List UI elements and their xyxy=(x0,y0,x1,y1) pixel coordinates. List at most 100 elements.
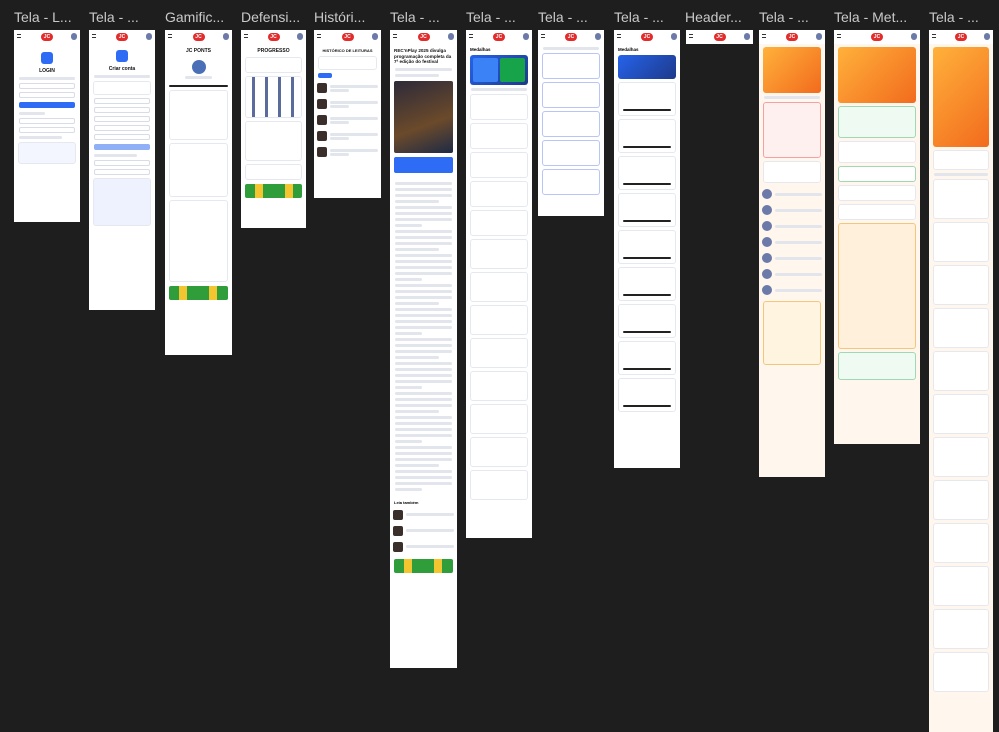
avatar[interactable] xyxy=(816,33,822,40)
filter-tab-active[interactable] xyxy=(318,73,332,78)
avatar[interactable] xyxy=(744,33,750,40)
menu-icon[interactable] xyxy=(541,34,545,38)
medal-card[interactable] xyxy=(470,305,528,335)
featured-card[interactable] xyxy=(933,150,989,170)
product-card[interactable] xyxy=(933,351,989,391)
product-card[interactable] xyxy=(933,480,989,520)
avatar[interactable] xyxy=(223,33,229,40)
filter-row[interactable] xyxy=(543,47,599,50)
product-card[interactable] xyxy=(933,523,989,563)
product-card[interactable] xyxy=(933,222,989,262)
avatar[interactable] xyxy=(595,33,601,40)
medal-card[interactable] xyxy=(470,371,528,401)
list-item[interactable] xyxy=(314,80,381,96)
frame-title-5[interactable]: Históri... xyxy=(314,9,379,25)
menu-icon[interactable] xyxy=(393,34,397,38)
product-card[interactable] xyxy=(933,652,989,692)
medal-row[interactable] xyxy=(618,304,676,338)
medal-card[interactable] xyxy=(542,140,600,166)
medal-card[interactable] xyxy=(470,94,528,120)
password-field[interactable] xyxy=(19,92,75,98)
avatar[interactable] xyxy=(297,33,303,40)
frame-title-3[interactable]: Gamific... xyxy=(165,9,230,25)
ranking-row[interactable] xyxy=(759,266,825,282)
create-button[interactable] xyxy=(94,144,150,150)
login-button[interactable] xyxy=(19,102,75,108)
list-item[interactable] xyxy=(314,96,381,112)
points-banner[interactable] xyxy=(394,156,453,173)
menu-icon[interactable] xyxy=(92,34,96,38)
medal-card[interactable] xyxy=(470,437,528,467)
medal-card[interactable] xyxy=(470,210,528,236)
menu-icon[interactable] xyxy=(244,34,248,38)
avatar[interactable] xyxy=(911,33,917,40)
phone-field[interactable] xyxy=(94,116,150,122)
tabs-row[interactable] xyxy=(764,96,820,99)
related-item[interactable] xyxy=(390,539,457,555)
frame-title-8[interactable]: Tela - ... xyxy=(538,9,603,25)
medal-row[interactable] xyxy=(618,230,676,264)
menu-icon[interactable] xyxy=(469,34,473,38)
ranking-row[interactable] xyxy=(759,250,825,266)
email-field[interactable] xyxy=(94,107,150,113)
frame-title-2[interactable]: Tela - ... xyxy=(89,9,151,25)
medal-row[interactable] xyxy=(618,193,676,227)
frame-title-9[interactable]: Tela - ... xyxy=(614,9,679,25)
medal-row[interactable] xyxy=(618,82,676,116)
signup-link[interactable] xyxy=(19,136,62,139)
medal-card[interactable] xyxy=(470,152,528,178)
avatar[interactable] xyxy=(372,33,378,40)
frame-title-12[interactable]: Tela - Met... xyxy=(834,9,918,25)
avatar[interactable] xyxy=(671,33,677,40)
medal-card[interactable] xyxy=(470,272,528,302)
ad-banner[interactable] xyxy=(394,558,453,573)
ad-banner[interactable] xyxy=(245,184,302,198)
medal-card[interactable] xyxy=(470,181,528,207)
menu-icon[interactable] xyxy=(689,34,693,38)
medal-row[interactable] xyxy=(618,267,676,301)
menu-icon[interactable] xyxy=(617,34,621,38)
facebook-button[interactable] xyxy=(19,127,75,133)
menu-icon[interactable] xyxy=(762,34,766,38)
menu-icon[interactable] xyxy=(932,34,936,38)
menu-icon[interactable] xyxy=(17,34,21,38)
frame-title-1[interactable]: Tela - L... xyxy=(14,9,76,25)
medal-card[interactable] xyxy=(542,169,600,195)
medal-row[interactable] xyxy=(618,119,676,153)
avatar[interactable] xyxy=(146,33,152,40)
medal-row[interactable] xyxy=(618,378,676,412)
medal-card[interactable] xyxy=(542,111,600,137)
facebook-button[interactable] xyxy=(94,169,150,175)
product-card[interactable] xyxy=(933,609,989,649)
frame-title-6[interactable]: Tela - ... xyxy=(390,9,455,25)
medal-card[interactable] xyxy=(470,123,528,149)
medal-card[interactable] xyxy=(542,53,600,79)
google-button[interactable] xyxy=(19,118,75,124)
list-item[interactable] xyxy=(314,128,381,144)
frame-title-4[interactable]: Defensi... xyxy=(241,9,306,25)
product-card[interactable] xyxy=(933,566,989,606)
medal-card[interactable] xyxy=(470,470,528,500)
frame-title-11[interactable]: Tela - ... xyxy=(759,9,824,25)
goal-card[interactable] xyxy=(838,166,916,182)
product-card[interactable] xyxy=(933,265,989,305)
product-card[interactable] xyxy=(933,308,989,348)
avatar[interactable] xyxy=(71,33,77,40)
ranking-row[interactable] xyxy=(759,218,825,234)
ranking-row[interactable] xyxy=(759,282,825,298)
avatar[interactable] xyxy=(523,33,529,40)
related-item[interactable] xyxy=(390,507,457,523)
frame-title-7[interactable]: Tela - ... xyxy=(466,9,531,25)
name-field[interactable] xyxy=(94,98,150,104)
confirm-field[interactable] xyxy=(94,134,150,140)
menu-icon[interactable] xyxy=(168,34,172,38)
password-field[interactable] xyxy=(94,125,150,131)
google-button[interactable] xyxy=(94,160,150,166)
product-card[interactable] xyxy=(933,394,989,434)
product-card[interactable] xyxy=(933,437,989,477)
medal-card[interactable] xyxy=(470,338,528,368)
menu-icon[interactable] xyxy=(837,34,841,38)
related-item[interactable] xyxy=(390,523,457,539)
goal-card[interactable] xyxy=(838,141,916,163)
ranking-row[interactable] xyxy=(759,234,825,250)
